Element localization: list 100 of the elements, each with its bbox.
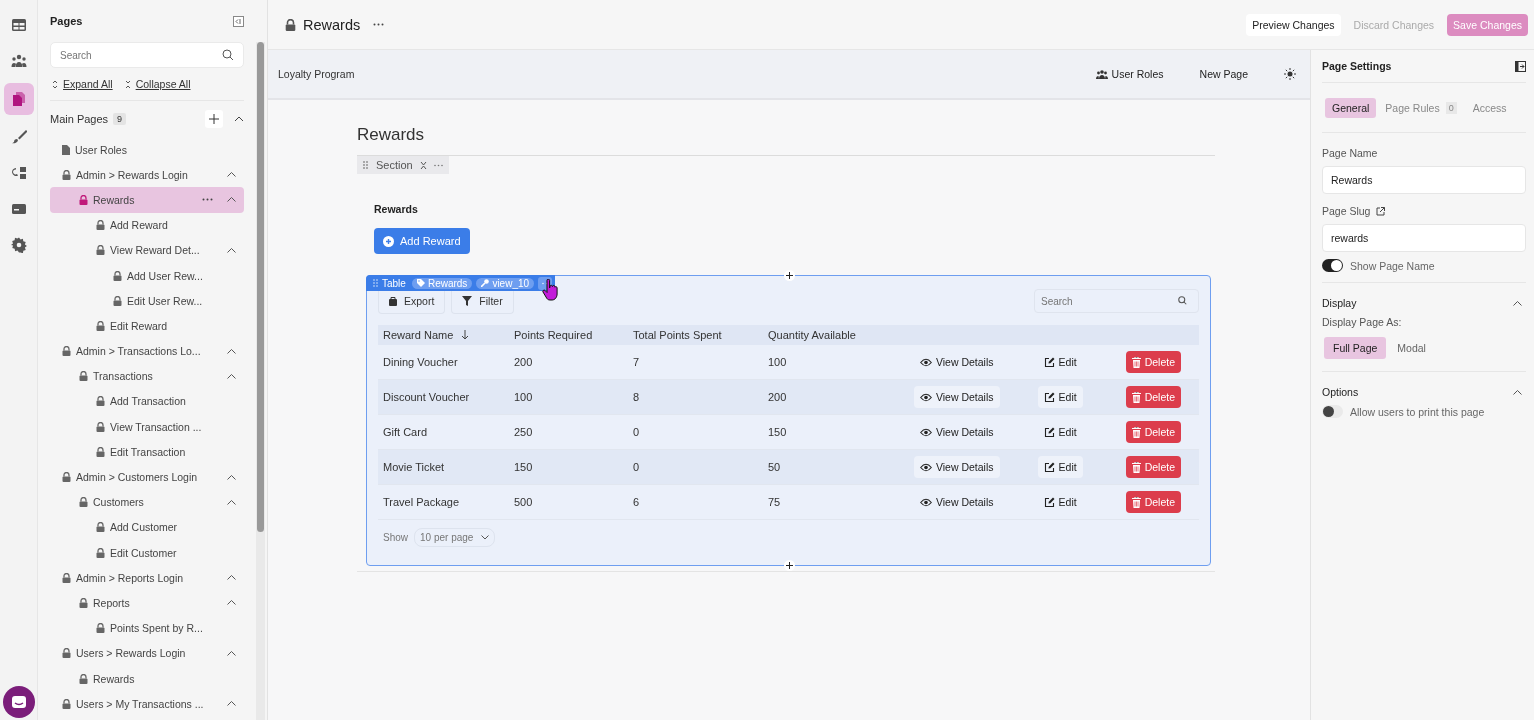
filter-button[interactable]: Filter — [451, 290, 514, 314]
view-details-button[interactable]: View Details — [913, 386, 1000, 408]
sun-icon[interactable] — [1284, 68, 1296, 80]
add-page-icon[interactable] — [205, 110, 223, 128]
table-cell-text: 6 — [633, 496, 641, 508]
page-tree-item[interactable]: View Transaction ... — [50, 414, 244, 440]
preview-changes-button[interactable]: Preview Changes — [1246, 13, 1341, 36]
page-tree-item[interactable]: Add User Rew... — [50, 262, 244, 289]
toggle-switch[interactable] — [1322, 405, 1343, 418]
delete-button[interactable]: Delete — [1125, 421, 1181, 443]
chevron-icon[interactable] — [1513, 300, 1522, 306]
chevron-icon[interactable] — [1513, 389, 1522, 395]
page-tree-item[interactable]: Points Spent by R... — [50, 615, 244, 641]
expand-all-link[interactable]: Expand All — [52, 78, 113, 90]
page-tree-item[interactable]: Customers — [50, 489, 244, 515]
sort-arrow-icon[interactable] — [461, 330, 470, 340]
page-tree-item[interactable]: Transactions — [50, 363, 244, 389]
collapse-all-link[interactable]: Collapse All — [124, 78, 191, 90]
plus-circle-icon — [383, 235, 394, 247]
more-icon[interactable] — [202, 198, 213, 202]
edit-icon — [1043, 426, 1055, 438]
drag-handle-icon[interactable] — [373, 279, 378, 287]
chevron-icon[interactable] — [227, 650, 236, 656]
chevron-icon[interactable] — [227, 373, 236, 379]
view-details-button[interactable]: View Details — [913, 456, 1000, 478]
page-slug-field[interactable]: rewards — [1322, 224, 1526, 252]
page-tree-item[interactable]: Rewards — [50, 187, 244, 213]
chevron-icon[interactable] — [227, 600, 236, 606]
page-tree-item[interactable]: Admin > Rewards Login — [50, 162, 244, 188]
nav-link[interactable]: New Page — [1199, 68, 1248, 80]
more-icon[interactable] — [373, 23, 385, 26]
chevron-icon[interactable] — [234, 116, 244, 122]
chevron-icon[interactable] — [227, 474, 236, 480]
pages-nav-icon[interactable] — [3, 83, 34, 115]
settings-tab[interactable]: General — [1325, 98, 1377, 118]
chevron-icon[interactable] — [227, 575, 236, 581]
page-tree-item[interactable]: Edit Customer — [50, 540, 244, 566]
collapse-panel-icon[interactable] — [1515, 60, 1526, 72]
page-tree-item[interactable]: Add Transaction — [50, 388, 244, 415]
delete-button[interactable]: Delete — [1125, 386, 1181, 408]
segment-option[interactable]: Full Page — [1324, 337, 1387, 359]
chevron-icon[interactable] — [227, 348, 236, 354]
view-details-button[interactable]: View Details — [913, 421, 1000, 443]
column-header[interactable]: Reward Name — [383, 329, 514, 341]
edit-button[interactable]: Edit — [1037, 491, 1083, 513]
column-header[interactable]: Points Required — [514, 329, 633, 341]
edit-button[interactable]: Edit — [1037, 421, 1083, 443]
scrollbar-thumb[interactable] — [257, 42, 264, 532]
trash-icon — [1131, 426, 1141, 438]
page-tree-item[interactable]: Admin > Customers Login — [50, 464, 244, 490]
edit-button[interactable]: Edit — [1037, 351, 1083, 373]
page-name-field[interactable]: Rewards — [1322, 166, 1526, 194]
settings-tab[interactable]: Page Rules 0 — [1378, 98, 1464, 118]
user-roles-link[interactable]: User Roles — [1095, 68, 1164, 80]
table-search-field[interactable]: Search — [1034, 289, 1199, 313]
page-tree-item[interactable]: User Roles — [50, 137, 244, 163]
table-cell-text: 150 — [768, 426, 788, 438]
page-tree-item[interactable]: Add Customer — [50, 514, 244, 540]
page-tree-item[interactable]: Edit Transaction — [50, 439, 244, 465]
chevron-icon[interactable] — [227, 701, 236, 707]
page-tree-item[interactable]: View Reward Det... — [50, 237, 244, 263]
toggle-switch[interactable] — [1322, 259, 1343, 272]
search-icon — [222, 49, 234, 61]
trash-icon — [1131, 461, 1141, 473]
page-tree-item[interactable]: Add Reward — [50, 212, 244, 238]
page-tree-item[interactable]: Reports — [50, 590, 244, 616]
per-page-dropdown[interactable]: 10 per page — [414, 528, 496, 547]
page-tree-item[interactable]: Admin > Transactions Lo... — [50, 338, 244, 364]
edit-button[interactable]: Edit — [1037, 386, 1083, 408]
external-link-icon[interactable] — [1376, 206, 1386, 216]
column-header[interactable]: Quantity Available — [768, 329, 868, 341]
chat-bubble-icon[interactable] — [3, 686, 35, 718]
chevron-icon[interactable] — [227, 197, 236, 203]
segment-option[interactable]: Modal — [1388, 337, 1435, 359]
page-tree-item[interactable]: Edit User Rew... — [50, 288, 244, 314]
search-field[interactable]: Search — [50, 42, 244, 68]
page-tree-item[interactable]: Users > My Transactions ... — [50, 691, 244, 717]
chevron-icon[interactable] — [227, 499, 236, 505]
column-header[interactable]: Total Points Spent — [633, 329, 768, 341]
delete-button[interactable]: Delete — [1125, 491, 1181, 513]
delete-button[interactable]: Delete — [1125, 351, 1181, 373]
chevron-icon[interactable] — [227, 172, 236, 178]
view-details-button[interactable]: View Details — [913, 351, 1000, 373]
chevron-icon[interactable] — [227, 247, 236, 253]
page-tree-item[interactable]: Admin > Reports Login — [50, 565, 244, 591]
view-details-button[interactable]: View Details — [913, 491, 1000, 513]
block-tag-bar[interactable]: Table Rewards view_10 — [366, 275, 556, 291]
drag-handle-icon[interactable] — [363, 161, 369, 169]
delete-button[interactable]: Delete — [1125, 456, 1181, 478]
page-tree-item[interactable]: Rewards — [50, 665, 244, 692]
export-button[interactable]: Export — [378, 290, 446, 314]
add-block-icon[interactable] — [783, 270, 795, 281]
page-tree-item[interactable]: Users > Rewards Login — [50, 640, 244, 666]
collapse-icon[interactable] — [419, 160, 427, 170]
add-reward-button[interactable]: Add Reward — [374, 228, 470, 254]
page-tree-item[interactable]: Edit Reward — [50, 313, 244, 339]
edit-button[interactable]: Edit — [1037, 456, 1083, 478]
lock-icon — [79, 673, 88, 684]
lock-icon — [79, 497, 88, 508]
add-block-icon[interactable] — [783, 560, 795, 571]
